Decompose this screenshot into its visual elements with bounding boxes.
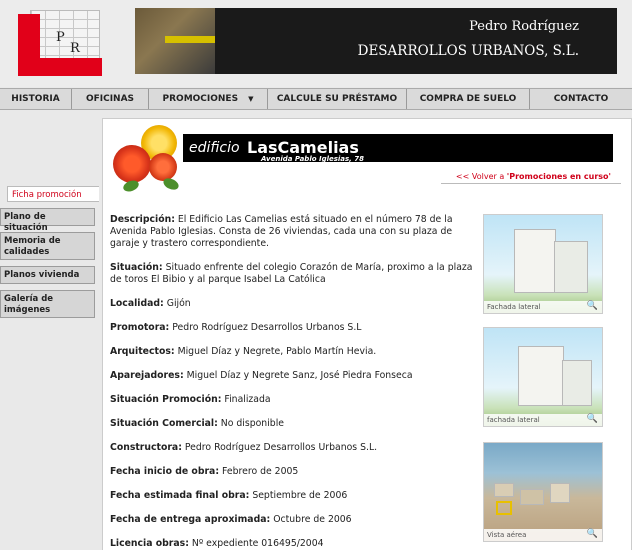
flower-red-small	[149, 153, 177, 181]
nav-historia[interactable]: HISTORIA	[0, 89, 72, 109]
nav-oficinas[interactable]: OFICINAS	[72, 89, 149, 109]
detail-licencia: Licencia obras: Nº expediente 016495/200…	[110, 538, 476, 550]
title-edificio: edificio	[189, 140, 240, 156]
flower-red	[113, 145, 151, 183]
detail-promotora: Promotora: Pedro Rodríguez Desarrollos U…	[110, 322, 476, 334]
main-nav: HISTORIA OFICINAS PROMOCIONES ▼ CALCULE S…	[0, 88, 632, 110]
building-render	[554, 241, 588, 293]
detail-label: Localidad:	[110, 298, 164, 309]
detail-value: Finalizada	[224, 394, 271, 405]
promotion-title-bar: edificio LasCamelias	[183, 134, 613, 162]
logo-letter-p: P	[56, 30, 65, 45]
nav-contacto[interactable]: CONTACTO	[530, 89, 632, 109]
detail-situacion-comercial: Situación Comercial: No disponible	[110, 418, 476, 430]
back-arrows: <<	[455, 172, 472, 181]
thumbnail-fachada-lateral-2[interactable]: fachada lateral 🔍	[483, 327, 603, 427]
thumbnail-caption: fachada lateral	[484, 414, 602, 426]
detail-value: Pedro Rodríguez Desarrollos Urbanos S.L.	[184, 442, 378, 453]
detail-value: Miguel Díaz y Negrete Sanz, José Piedra …	[186, 370, 413, 381]
nav-promociones[interactable]: PROMOCIONES ▼	[149, 89, 268, 109]
detail-fecha-inicio: Fecha inicio de obra: Febrero de 2005	[110, 466, 476, 478]
thumbnail-caption: Vista aérea	[484, 529, 602, 541]
city-block	[550, 483, 570, 503]
detail-value: Miguel Díaz y Negrete, Pablo Martín Hevi…	[177, 346, 377, 357]
building-render	[518, 346, 564, 406]
back-link[interactable]: << Volver a 'Promociones en curso'	[456, 172, 611, 181]
detail-value: Febrero de 2005	[222, 466, 299, 477]
detail-fecha-final: Fecha estimada final obra: Septiembre de…	[110, 490, 476, 502]
detail-label: Aparejadores:	[110, 370, 184, 381]
camelia-flowers-image	[111, 125, 191, 195]
sidebar-item-planos-vivienda[interactable]: Planos vivienda	[0, 266, 95, 284]
detail-value: Octubre de 2006	[273, 514, 352, 525]
logo-l-base	[18, 58, 102, 76]
nav-label: HISTORIA	[11, 94, 60, 104]
detail-constructora: Constructora: Pedro Rodríguez Desarrollo…	[110, 442, 476, 454]
banner-owner-name: Pedro Rodríguez	[469, 19, 579, 34]
nav-compra-suelo[interactable]: COMPRA DE SUELO	[407, 89, 530, 109]
detail-localidad: Localidad: Gijón	[110, 298, 476, 310]
detail-situacion: Situación: Situado enfrente del colegio …	[110, 262, 476, 286]
detail-label: Situación Promoción:	[110, 394, 222, 405]
back-text: Volver a	[471, 172, 507, 181]
detail-value: Situado enfrente del colegio Corazón de …	[110, 262, 473, 285]
chevron-down-icon: ▼	[248, 95, 254, 103]
promotion-details: Descripción: El Edificio Las Camelias es…	[110, 214, 476, 550]
detail-value: No disponible	[220, 418, 284, 429]
detail-fecha-entrega: Fecha de entrega aproximada: Octubre de …	[110, 514, 476, 526]
building-render	[562, 360, 592, 406]
thumbnail-caption: Fachada lateral	[484, 301, 602, 313]
magnifier-icon[interactable]: 🔍	[587, 414, 598, 424]
highlight-marker	[496, 501, 512, 515]
nav-label: CALCULE SU PRÉSTAMO	[276, 94, 398, 104]
divider	[441, 183, 621, 184]
sidebar-item-memoria-calidades[interactable]: Memoria de calidades	[0, 232, 95, 260]
sidebar-item-ficha-promocion[interactable]: Ficha promoción	[7, 186, 99, 202]
detail-situacion-promocion: Situación Promoción: Finalizada	[110, 394, 476, 406]
magnifier-icon[interactable]: 🔍	[587, 529, 598, 539]
detail-label: Situación:	[110, 262, 163, 273]
header-banner: Pedro Rodríguez DESARROLLOS URBANOS, S.L…	[135, 8, 617, 74]
detail-value: Nº expediente 016495/2004	[191, 538, 324, 549]
site-header: P R Pedro Rodríguez DESARROLLOS URBANOS,…	[0, 0, 632, 87]
detail-value: Pedro Rodríguez Desarrollos Urbanos S.L	[172, 322, 362, 333]
main-content: edificio LasCamelias Avenida Pablo Igles…	[102, 118, 632, 550]
detail-aparejadores: Aparejadores: Miguel Díaz y Negrete Sanz…	[110, 370, 476, 382]
detail-label: Situación Comercial:	[110, 418, 218, 429]
detail-value: Septiembre de 2006	[252, 490, 348, 501]
nav-label: COMPRA DE SUELO	[419, 94, 517, 104]
detail-label: Fecha inicio de obra:	[110, 466, 220, 477]
nav-label: PROMOCIONES	[162, 94, 239, 104]
banner-photo	[135, 8, 215, 74]
leaf	[161, 176, 181, 192]
back-target: 'Promociones en curso'	[506, 172, 611, 181]
detail-descripcion: Descripción: El Edificio Las Camelias es…	[110, 214, 476, 250]
sidebar: Ficha promoción Plano de situación Memor…	[0, 110, 103, 550]
city-block	[494, 483, 514, 497]
detail-label: Fecha estimada final obra:	[110, 490, 250, 501]
banner-company-name: DESARROLLOS URBANOS, S.L.	[357, 43, 579, 59]
nav-calcule-prestamo[interactable]: CALCULE SU PRÉSTAMO	[268, 89, 407, 109]
detail-value: Gijón	[166, 298, 191, 309]
detail-label: Descripción:	[110, 214, 175, 225]
detail-arquitectos: Arquitectos: Miguel Díaz y Negrete, Pabl…	[110, 346, 476, 358]
sidebar-item-plano-situacion[interactable]: Plano de situación	[0, 208, 95, 233]
building-render	[514, 229, 556, 293]
detail-label: Arquitectos:	[110, 346, 175, 357]
nav-label: CONTACTO	[553, 94, 609, 104]
sidebar-item-galeria-imagenes[interactable]: Galería de imágenes	[0, 290, 95, 318]
city-block	[520, 489, 544, 505]
detail-label: Promotora:	[110, 322, 170, 333]
thumbnail-fachada-lateral-1[interactable]: Fachada lateral 🔍	[483, 214, 603, 314]
detail-label: Fecha de entrega aproximada:	[110, 514, 271, 525]
nav-label: OFICINAS	[85, 94, 135, 104]
detail-label: Licencia obras:	[110, 538, 189, 549]
promotion-address: Avenida Pablo Iglesias, 78	[261, 155, 365, 163]
detail-label: Constructora:	[110, 442, 182, 453]
thumbnail-vista-aerea[interactable]: Vista aérea 🔍	[483, 442, 603, 542]
logo-letter-r: R	[70, 41, 80, 56]
magnifier-icon[interactable]: 🔍	[587, 301, 598, 311]
company-logo[interactable]: P R	[16, 8, 106, 76]
